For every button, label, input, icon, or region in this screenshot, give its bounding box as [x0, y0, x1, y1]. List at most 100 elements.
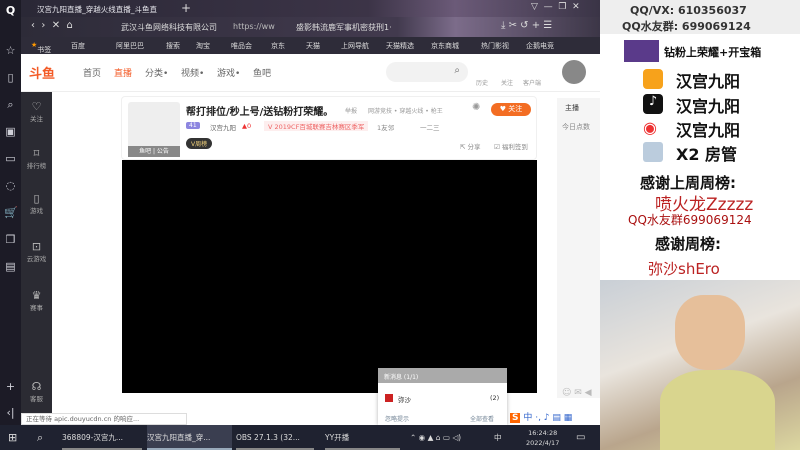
streamer-tab[interactable]: 主播	[565, 103, 579, 113]
clock[interactable]: 16:24:28 2022/4/17	[526, 428, 559, 453]
sidebar-item-games[interactable]: ▯ 游戏	[21, 192, 52, 215]
search-input[interactable]: ⌕	[386, 62, 468, 82]
sidebar-item-events[interactable]: ♛ 赛事	[21, 289, 52, 312]
sidebar-item-service[interactable]: ☊ 客服	[21, 380, 52, 403]
account-name: 汉宫九阳	[676, 97, 741, 116]
chat-icon[interactable]: ◌	[4, 179, 17, 192]
url-input[interactable]: https://ww	[233, 22, 275, 31]
new-tab-button[interactable]: +	[181, 1, 191, 15]
sidebar-item-follow[interactable]: ♡ 关注	[21, 100, 52, 123]
avatar[interactable]	[562, 60, 586, 84]
fishbar-notice[interactable]: 鱼吧 | 公告	[128, 146, 180, 157]
loading-icon: ✺	[472, 102, 481, 113]
start-button[interactable]: ⊞	[8, 425, 17, 450]
browser-logo-icon[interactable]: Q	[4, 4, 17, 17]
award-badge: V 2019CF百城联赛吉林赛区季军	[264, 121, 369, 131]
stream-overlay-panel: QQ/VX: 610356037 QQ水友群: 699069124 钻粉上荣耀+…	[600, 0, 800, 280]
taskbar-item[interactable]: YY开播	[325, 425, 400, 450]
bookmark[interactable]: 阿里巴巴	[116, 41, 144, 51]
nav-live[interactable]: 直播	[114, 66, 132, 79]
follow-nav-button[interactable]: 关注	[501, 78, 513, 87]
promo-text: 钻粉上荣耀+开宝箱	[664, 46, 762, 59]
nav-video[interactable]: 视频•	[181, 66, 204, 79]
taskbar-item[interactable]: 汉宫九阳直播_穿...	[147, 425, 232, 450]
bookmark[interactable]: 上网导航	[341, 41, 369, 51]
history-button[interactable]: 历史	[476, 78, 488, 87]
bookmark[interactable]: 淘宝	[196, 41, 210, 51]
bookmark[interactable]: 京东商城	[431, 41, 459, 51]
sidebar-item-rank[interactable]: ⌑ 排行榜	[21, 147, 52, 170]
back-icon[interactable]: ‹ › ✕ ⌂	[31, 20, 73, 31]
search-icon[interactable]: ⌕	[37, 425, 43, 450]
chat-tool-icons[interactable]: ☺ ✉ ◀	[562, 388, 592, 398]
ime-indicator[interactable]: 中	[494, 425, 502, 450]
notification-icon[interactable]: ▭	[576, 425, 585, 450]
fans-count: 1友邻	[377, 124, 395, 132]
this-week-thanks: 感谢周榜:	[655, 235, 721, 253]
bookmark[interactable]: 唯品会	[231, 41, 252, 51]
today-points-tab[interactable]: 今日点数	[562, 122, 590, 132]
nav-games[interactable]: 游戏•	[217, 66, 240, 79]
right-rank-panel: 主播 今日点数 ☺ ✉ ◀	[557, 98, 600, 398]
browser-sidebar: Q ☆ ▯ ⌕ ▣ ▭ ◌ 🛒 ❒ ▤ + ‹|	[0, 0, 21, 425]
report-link[interactable]: 举报	[345, 106, 357, 115]
video-player[interactable]	[122, 160, 537, 393]
translate-icon[interactable]: ▤	[4, 260, 17, 273]
search-icon[interactable]: ⌕	[454, 65, 460, 76]
bookmark[interactable]: 天猫精选	[386, 41, 414, 51]
bookmark[interactable]: 企鹅电竞	[526, 41, 554, 51]
popup-title: 新消息 (1/1)	[378, 368, 507, 383]
bookmarks-bar: ★ 书签 百度 阿里巴巴 搜索 淘宝 唯品会 京东 天猫 上网导航 天猫精选 京东…	[21, 37, 600, 54]
toolbar-icons[interactable]: ⤓ ✂ ↺ + ☰	[501, 20, 552, 31]
add-icon[interactable]: +	[4, 380, 17, 393]
account-name: 汉宫九阳	[676, 121, 741, 140]
star-icon[interactable]: ☆	[4, 44, 17, 57]
nav-category[interactable]: 分类•	[145, 66, 168, 79]
client-button[interactable]: 客户端	[523, 78, 541, 87]
taskbar-item[interactable]: OBS 27.1.3 (32...	[236, 425, 314, 450]
gift-icon[interactable]: ❒	[4, 233, 17, 246]
view-all-button[interactable]: 全部查看	[470, 414, 494, 423]
live-icon[interactable]: ▭	[4, 152, 17, 165]
bookmark[interactable]: 京东	[271, 41, 285, 51]
taskbar: ⊞ ⌕ 368809-汉宫九... 汉宫九阳直播_穿... OBS 27.1.3…	[0, 425, 600, 450]
window-controls[interactable]: ▽ — ❐ ✕	[531, 2, 580, 12]
account-name: 汉宫九阳	[676, 72, 741, 91]
bookmark[interactable]: 搜索	[166, 41, 180, 51]
tray-icons[interactable]: ⌃ ◉ ▲ ⌂ ▭ ◁)	[410, 425, 461, 450]
reader-icon[interactable]: ▯	[4, 71, 17, 84]
site-nav: 斗鱼 首页 直播 分类• 视频• 游戏• 鱼吧 ⌕ 历史 关注 客户端	[21, 54, 600, 92]
search-icon[interactable]: ⌕	[4, 98, 17, 111]
douyu-page: 斗鱼 首页 直播 分类• 视频• 游戏• 鱼吧 ⌕ 历史 关注 客户端 ♡ 关注 …	[21, 54, 600, 425]
browser-tab[interactable]: 汉宫九阳直播_穿越火线直播_斗鱼直	[27, 2, 177, 17]
room-category[interactable]: 网游竞技 • 穿越火线 • 枪王	[368, 106, 452, 115]
collapse-icon[interactable]: ‹|	[4, 406, 17, 419]
share-button[interactable]: ⇱ 分享	[460, 141, 481, 151]
bookmark[interactable]: 热门影视	[481, 41, 509, 51]
this-week-name: 弥沙shEro	[648, 260, 720, 278]
sidebar-item-cloud-games[interactable]: ⊡ 云游戏	[21, 240, 52, 263]
douyin-icon: ♪	[643, 94, 663, 114]
nav-home[interactable]: 首页	[83, 66, 101, 79]
weekly-rank-badge[interactable]: V周榜	[186, 138, 213, 149]
douyu-logo[interactable]: 斗鱼	[29, 63, 55, 82]
sign-in-button[interactable]: ☑ 福利签到	[494, 141, 528, 151]
bookmark[interactable]: 天猫	[306, 41, 320, 51]
streamer-name[interactable]: 汉宫九阳	[210, 122, 236, 132]
sender-name[interactable]: 弥沙	[398, 394, 411, 404]
nav-fishbar[interactable]: 鱼吧	[253, 66, 271, 79]
hot-count: ▲0	[242, 122, 252, 130]
search-hint[interactable]: 盛影韩流鹿军事机密获刑1·	[296, 22, 392, 33]
follow-button[interactable]: ♥ 关注	[491, 103, 531, 116]
taskbar-item[interactable]: 368809-汉宫九...	[62, 425, 142, 450]
address-bar: ‹ › ✕ ⌂ 武汉斗鱼网络科技有限公司 https://ww 盛影韩流鹿军事机…	[21, 17, 600, 37]
cart-icon[interactable]: 🛒	[4, 206, 18, 219]
bookmark[interactable]: 百度	[71, 41, 85, 51]
ime-toolbar[interactable]: S 中 ·, ♪ ▤ ▦	[510, 410, 600, 425]
room-title: 帮打排位/秒上号/送钻粉打荣耀。	[186, 107, 334, 118]
bookmark[interactable]: ★ 书签	[31, 41, 51, 54]
video-icon[interactable]: ▣	[4, 125, 17, 138]
webcam-feed	[600, 280, 800, 450]
level-badge: 41	[186, 122, 200, 129]
ignore-button[interactable]: 忽略提示	[385, 414, 409, 423]
